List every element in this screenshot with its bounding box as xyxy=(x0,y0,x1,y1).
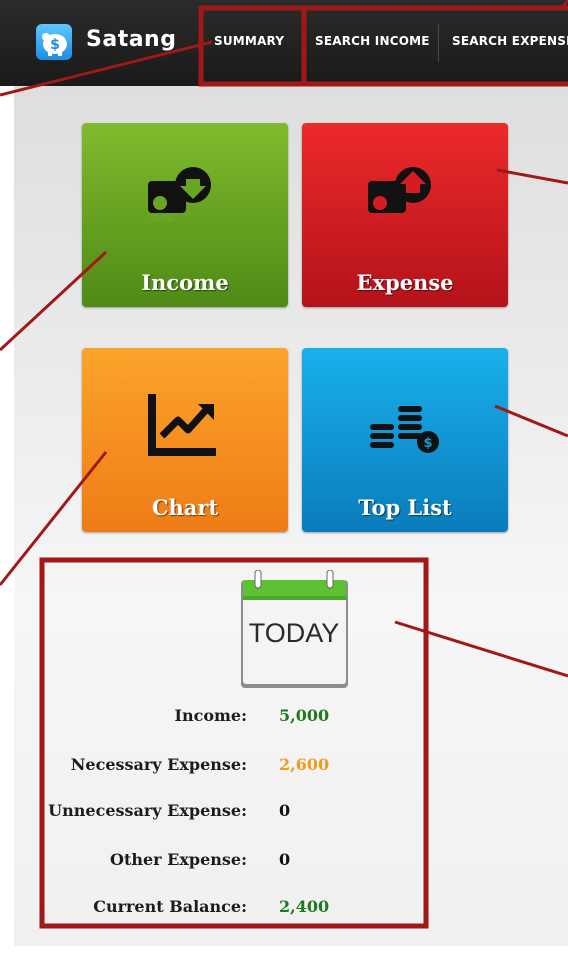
nav-search-expense[interactable]: SEARCH EXPENSE xyxy=(452,34,568,48)
calendar-today-text: TODAY xyxy=(249,618,340,648)
calendar-today-icon: TODAY xyxy=(239,569,350,690)
summary-value: 0 xyxy=(279,850,291,869)
app-screen: $ Satang SUMMARY SEARCH INCOME SEARCH EX… xyxy=(0,0,568,965)
income-tile-label: Income xyxy=(141,270,229,295)
chart-tile[interactable]: Chart xyxy=(82,348,288,532)
nav-summary[interactable]: SUMMARY xyxy=(214,34,284,48)
person-arrow-up-icon xyxy=(302,163,508,233)
summary-row-income: Income: 5,000 xyxy=(14,706,534,730)
app-title: Satang xyxy=(86,27,177,52)
summary-value: 2,600 xyxy=(279,755,330,774)
piggy-bank-dollar-icon: $ xyxy=(36,24,72,60)
summary-value: 0 xyxy=(279,801,291,820)
summary-label: Current Balance: xyxy=(93,897,247,916)
summary-value: 2,400 xyxy=(279,897,330,916)
line-chart-icon xyxy=(82,388,288,458)
top-bar: $ Satang SUMMARY SEARCH INCOME SEARCH EX… xyxy=(0,0,568,86)
expense-tile-label: Expense xyxy=(356,270,454,295)
person-arrow-down-icon xyxy=(82,163,288,233)
top-list-tile[interactable]: $ Top List xyxy=(302,348,508,532)
nav-divider xyxy=(304,24,305,62)
nav-search-income[interactable]: SEARCH INCOME xyxy=(315,34,430,48)
summary-label: Other Expense: xyxy=(110,850,247,869)
coin-stack-dollar-icon: $ xyxy=(302,388,508,458)
summary-label: Income: xyxy=(174,706,247,725)
nav-divider xyxy=(438,24,439,62)
summary-row-other-expense: Other Expense: 0 xyxy=(14,850,534,874)
chart-tile-label: Chart xyxy=(151,495,219,520)
summary-row-unnecessary-expense: Unnecessary Expense: 0 xyxy=(14,801,534,825)
summary-label: Necessary Expense: xyxy=(70,755,247,774)
summary-row-current-balance: Current Balance: 2,400 xyxy=(14,897,534,921)
summary-row-necessary-expense: Necessary Expense: 2,600 xyxy=(14,755,534,779)
expense-tile[interactable]: Expense xyxy=(302,123,508,307)
svg-text:$: $ xyxy=(50,37,60,53)
income-tile[interactable]: Income xyxy=(82,123,288,307)
top-list-tile-label: Top List xyxy=(358,495,452,520)
svg-text:$: $ xyxy=(423,436,432,451)
summary-label: Unnecessary Expense: xyxy=(48,801,247,820)
summary-value: 5,000 xyxy=(279,706,330,725)
